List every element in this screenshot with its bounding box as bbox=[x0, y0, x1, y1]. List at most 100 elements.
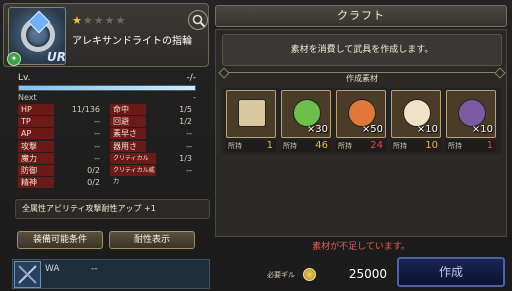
stat-row: 魔力 -- bbox=[18, 152, 100, 165]
material-owned: 所持 46 bbox=[281, 140, 331, 152]
stat-label: 精神 bbox=[18, 177, 54, 189]
owned-label: 所持 bbox=[338, 142, 352, 150]
star-filled-icon: ★ bbox=[72, 14, 83, 27]
craft-body: 素材を消費して武具を作成します。 作成素材 所持 1 ×30 所持 46 ×50 所持 24 ×… bbox=[215, 29, 507, 237]
cost-value: 25000 bbox=[348, 267, 387, 281]
material-owned: 所持 1 bbox=[226, 140, 276, 152]
stat-row: 素早さ -- bbox=[110, 128, 192, 140]
stat-value: 1/2 bbox=[179, 117, 192, 127]
stat-value: -- bbox=[186, 129, 192, 139]
element-icon: ✦ bbox=[7, 52, 21, 66]
material-owned: 所持 10 bbox=[391, 140, 441, 152]
green-mask-icon: ×30 bbox=[281, 90, 331, 138]
stat-value: 1/3 bbox=[179, 153, 192, 163]
stat-row: HP 11/136 bbox=[18, 104, 100, 116]
equip-conditions-button[interactable]: 装備可能条件 bbox=[17, 231, 103, 249]
material-owned: 所持 24 bbox=[336, 140, 386, 152]
owned-value: 46 bbox=[315, 140, 328, 151]
item-name: アレキサンドライトの指輪 bbox=[72, 36, 192, 47]
scroll-icon bbox=[226, 90, 276, 138]
rarity-badge: UR bbox=[47, 50, 66, 64]
stat-label: 魔力 bbox=[18, 152, 54, 164]
owned-label: 所持 bbox=[283, 142, 297, 150]
craft-description: 素材を消費して武具を作成します。 bbox=[222, 34, 502, 66]
material-slot[interactable]: 所持 1 bbox=[226, 90, 276, 152]
magnify-button[interactable] bbox=[188, 10, 208, 30]
stat-label: 素早さ bbox=[110, 128, 146, 140]
stat-label: AP bbox=[18, 128, 54, 140]
next-value: - bbox=[193, 93, 196, 102]
stat-label: TP bbox=[18, 116, 54, 128]
craft-screen: UR ✦ ★★★★★ アレキサンドライトの指輪 Lv. -/- Next - H… bbox=[0, 0, 512, 291]
star-empty-icon: ★★★★ bbox=[82, 14, 127, 27]
horn-icon: ×10 bbox=[391, 90, 441, 138]
stat-label: 命中 bbox=[110, 104, 146, 115]
wa-label: WA bbox=[45, 264, 60, 274]
dark-crystal-icon: ×10 bbox=[446, 90, 496, 138]
stat-value: -- bbox=[186, 141, 192, 151]
stat-label: HP bbox=[18, 104, 54, 115]
orange-mask-icon: ×50 bbox=[336, 90, 386, 138]
stat-label: 攻撃 bbox=[18, 140, 54, 152]
material-required: ×30 bbox=[306, 124, 328, 135]
cost-row: 必要ギル 25000 bbox=[263, 265, 393, 285]
owned-value: 1 bbox=[266, 140, 273, 151]
owned-label: 所持 bbox=[228, 142, 242, 150]
gil-coin-icon bbox=[303, 268, 316, 281]
craft-title: クラフト bbox=[215, 5, 507, 27]
effect-text: 全属性アビリティ攻撃耐性アップ +1 bbox=[15, 199, 210, 219]
stat-row: 精神 0/2 bbox=[18, 177, 100, 189]
material-slot[interactable]: ×50 所持 24 bbox=[336, 90, 386, 152]
material-owned: 所持 1 bbox=[446, 140, 496, 152]
materials-list: 所持 1 ×30 所持 46 ×50 所持 24 ×10 所持 10 ×10 所持 1 bbox=[222, 88, 502, 154]
material-required: ×10 bbox=[416, 124, 438, 135]
material-required: ×50 bbox=[361, 124, 383, 135]
level-progress-fill bbox=[19, 86, 195, 90]
stat-row: AP -- bbox=[18, 128, 100, 140]
search-icon bbox=[192, 14, 206, 28]
wa-value: -- bbox=[91, 264, 98, 274]
material-slot[interactable]: ×10 所持 10 bbox=[391, 90, 441, 152]
stat-row: 攻撃 -- bbox=[18, 140, 100, 153]
owned-value: 1 bbox=[486, 140, 493, 151]
owned-label: 所持 bbox=[393, 142, 407, 150]
stat-value: -- bbox=[186, 166, 192, 175]
item-detail-panel: UR ✦ ★★★★★ アレキサンドライトの指輪 Lv. -/- Next - H… bbox=[3, 3, 210, 289]
item-card: UR ✦ ★★★★★ アレキサンドライトの指輪 bbox=[3, 3, 209, 67]
stat-value: 0/2 bbox=[87, 166, 100, 175]
owned-value: 24 bbox=[370, 140, 383, 151]
level-value: -/- bbox=[186, 73, 196, 83]
cost-label: 必要ギル bbox=[267, 271, 295, 279]
insufficient-message: 素材が不足しています。 bbox=[312, 242, 410, 252]
wa-slot[interactable]: WA -- bbox=[12, 259, 210, 289]
owned-label: 所持 bbox=[448, 142, 462, 150]
stat-value: -- bbox=[94, 129, 100, 139]
craft-panel: クラフト 素材を消費して武具を作成します。 作成素材 所持 1 ×30 所持 46 ×50… bbox=[213, 3, 509, 289]
stat-value: 1/5 bbox=[179, 105, 192, 114]
stat-value: -- bbox=[94, 153, 100, 163]
stat-value: 0/2 bbox=[87, 178, 100, 188]
stat-row: クリティカル威力 -- bbox=[110, 165, 192, 185]
star-rating: ★★★★★ bbox=[72, 14, 126, 27]
stat-row: TP -- bbox=[18, 116, 100, 128]
level-label: Lv. bbox=[18, 73, 31, 83]
stat-label: 器用さ bbox=[110, 140, 146, 152]
stat-label: クリティカル bbox=[110, 152, 156, 164]
stat-row: クリティカル 1/3 bbox=[110, 152, 192, 165]
create-button[interactable]: 作成 bbox=[397, 257, 505, 287]
stat-row: 回避 1/2 bbox=[110, 116, 192, 128]
materials-header: 作成素材 bbox=[222, 72, 502, 84]
resistance-display-button[interactable]: 耐性表示 bbox=[109, 231, 195, 249]
level-progress-bar bbox=[18, 85, 196, 91]
next-row: Next - bbox=[18, 93, 196, 102]
material-slot[interactable]: ×30 所持 46 bbox=[281, 90, 331, 152]
material-slot[interactable]: ×10 所持 1 bbox=[446, 90, 496, 152]
stat-value: -- bbox=[94, 141, 100, 151]
stat-row: 器用さ -- bbox=[110, 140, 192, 153]
material-required: ×10 bbox=[471, 124, 493, 135]
next-label: Next bbox=[18, 93, 37, 102]
stat-label: 防御 bbox=[18, 165, 54, 176]
stat-value: -- bbox=[94, 117, 100, 127]
ring-icon: UR ✦ bbox=[7, 7, 66, 66]
stat-row: 防御 0/2 bbox=[18, 165, 100, 177]
